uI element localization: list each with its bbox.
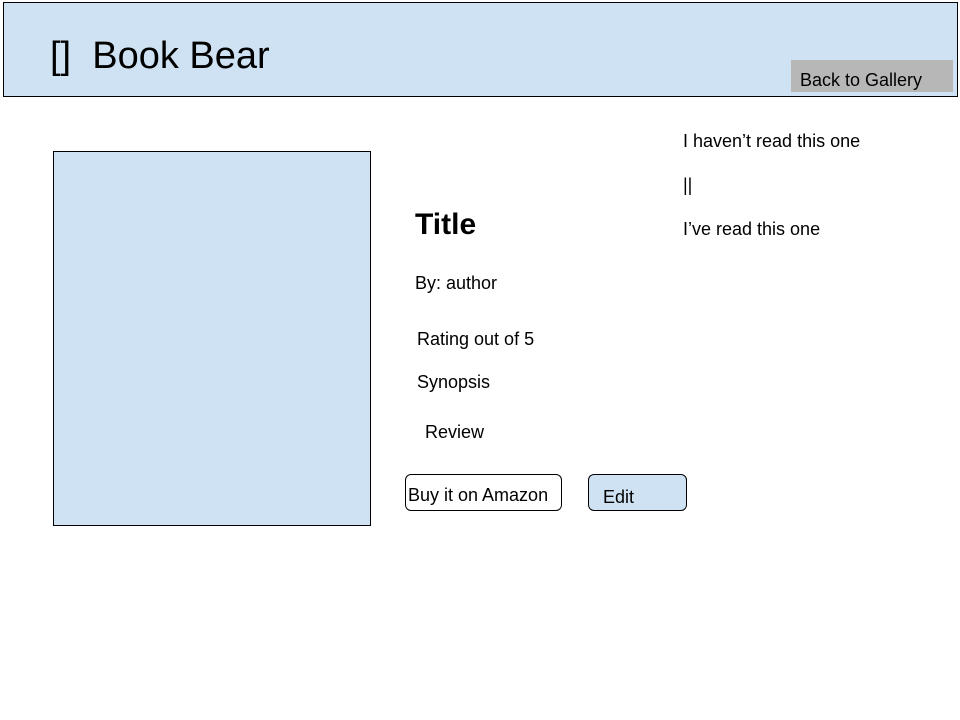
book-synopsis: Synopsis bbox=[417, 372, 491, 392]
edit-button[interactable]: Edit bbox=[588, 474, 687, 511]
book-title: Title bbox=[415, 208, 477, 241]
back-to-gallery-button[interactable]: Back to Gallery bbox=[791, 60, 953, 92]
app-name: Book Bear bbox=[92, 35, 270, 77]
book-cover-image bbox=[53, 151, 371, 526]
app-logo: [] Book Bear bbox=[50, 34, 270, 78]
book-review: Review bbox=[425, 422, 485, 442]
read-status-toggle[interactable]: || bbox=[683, 176, 692, 194]
buy-on-amazon-button[interactable]: Buy it on Amazon bbox=[405, 474, 562, 511]
book-author: By: author bbox=[415, 273, 498, 293]
read-status-option[interactable]: I’ve read this one bbox=[683, 220, 820, 238]
app-header: [] Book Bear Back to Gallery bbox=[3, 2, 958, 97]
book-rating: Rating out of 5 bbox=[417, 329, 535, 349]
unread-status-option[interactable]: I haven’t read this one bbox=[683, 132, 860, 150]
logo-icon: [] bbox=[50, 35, 72, 77]
